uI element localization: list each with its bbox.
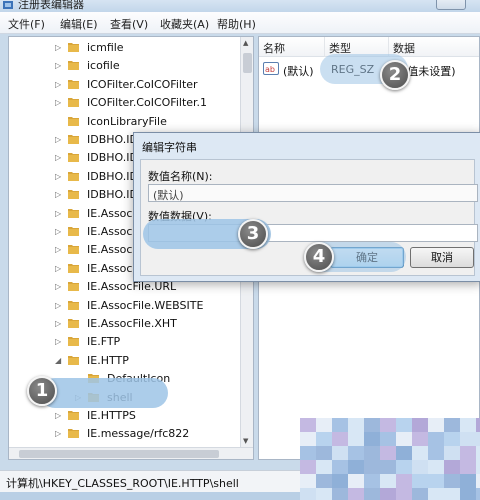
folder-icon: [68, 171, 79, 181]
folder-icon: [68, 208, 79, 218]
tree-item-label: IDBHO.ID: [87, 188, 138, 202]
folder-icon: [68, 116, 79, 126]
expand-arrow-icon[interactable]: ▷: [55, 135, 61, 144]
step-2-badge: 2: [380, 60, 410, 90]
tree-item-label: IE.HTTPS: [87, 409, 136, 422]
folder-icon: [68, 429, 79, 439]
expand-arrow-icon[interactable]: ▷: [55, 172, 61, 181]
folder-icon: [68, 135, 79, 144]
tree-item[interactable]: ▷ ICOFilter.CoICOFilter: [9, 76, 241, 94]
tree-item-label: ICOFilter.CoICOFilter.1: [87, 96, 208, 110]
menu-help[interactable]: 帮助(H): [217, 16, 256, 32]
scroll-down-icon[interactable]: ▼: [243, 437, 248, 445]
tree-item[interactable]: ▷ IE.message/rfc822: [9, 425, 241, 443]
hscroll-thumb[interactable]: [19, 450, 219, 458]
expand-arrow-icon[interactable]: ▷: [55, 411, 61, 420]
folder-icon: [68, 79, 79, 89]
scroll-up-icon[interactable]: ▲: [243, 39, 248, 47]
tree-item-label: IE.HTTP: [87, 353, 129, 367]
tree-item[interactable]: ◢ IE.HTTP: [9, 352, 241, 370]
menu-file[interactable]: 文件(F): [8, 16, 45, 32]
tree-item-label: IE.FTP: [87, 335, 121, 349]
step-1-highlight: [40, 378, 168, 408]
tree-item-label: IE.AssocFile.WEBSITE: [87, 298, 204, 312]
expand-arrow-icon[interactable]: ▷: [55, 337, 61, 346]
expand-arrow-icon[interactable]: ▷: [55, 80, 61, 89]
cancel-button[interactable]: 取消: [410, 247, 474, 268]
tree-item[interactable]: ▷ IE.HTTPS: [9, 407, 241, 425]
expand-arrow-icon[interactable]: ▷: [55, 282, 61, 291]
minimize-button[interactable]: [436, 0, 466, 10]
tree-item-label: IconLibraryFile: [87, 114, 167, 128]
menu-bar: 文件(F) 编辑(E) 查看(V) 收藏夹(A) 帮助(H): [0, 12, 480, 34]
column-name-header[interactable]: 名称: [259, 37, 325, 57]
folder-icon: [68, 411, 79, 420]
folder-icon: [68, 227, 79, 236]
expand-arrow-icon[interactable]: ▷: [55, 98, 61, 107]
expand-arrow-icon[interactable]: ▷: [55, 43, 61, 52]
expand-arrow-icon[interactable]: ▷: [55, 429, 61, 438]
expand-arrow-icon[interactable]: ▷: [55, 301, 61, 310]
dialog-title: 编辑字符串: [142, 141, 197, 154]
window-title: 注册表编辑器: [18, 0, 84, 11]
expand-arrow-icon[interactable]: ▷: [55, 227, 61, 236]
folder-icon: [68, 153, 79, 163]
expand-arrow-icon[interactable]: ▷: [55, 264, 61, 273]
step-4-badge: 4: [304, 242, 334, 272]
menu-view[interactable]: 查看(V): [110, 16, 148, 32]
tree-item[interactable]: ▷ icofile: [9, 57, 241, 75]
folder-icon: [68, 98, 79, 108]
column-data-header[interactable]: 数据: [389, 37, 479, 57]
tree-item-label: IE.AssocFile.XHT: [87, 317, 177, 330]
string-value-icon: ab: [263, 62, 279, 75]
svg-text:ab: ab: [265, 65, 275, 74]
registry-path: 计算机\HKEY_CLASSES_ROOT\IE.HTTP\shell: [6, 477, 239, 490]
expand-arrow-icon[interactable]: ▷: [55, 190, 61, 199]
value-name-field: (默认): [148, 184, 478, 202]
tree-item-label: IDBHO.ID: [87, 151, 138, 165]
tree-item-label: ICOFilter.CoICOFilter: [87, 77, 198, 91]
folder-icon: [68, 61, 79, 71]
step-3-badge: 3: [238, 219, 268, 249]
tree-item-label: IDBHO.ID: [87, 133, 138, 146]
folder-icon: [68, 300, 79, 310]
scroll-thumb[interactable]: [243, 53, 252, 73]
window-titlebar: 注册表编辑器: [0, 0, 480, 12]
folder-icon: [68, 337, 79, 347]
step-1-badge: 1: [27, 376, 57, 406]
tree-item[interactable]: ▷ IE.FTP: [9, 333, 241, 351]
value-name: (默认): [283, 65, 314, 78]
folder-icon: [68, 282, 79, 292]
folder-icon: [68, 43, 79, 52]
tree-item-label: IE.AssocFile.URL: [87, 280, 177, 294]
expand-arrow-icon[interactable]: ▷: [55, 245, 61, 254]
folder-icon: [68, 319, 79, 328]
regedit-app-icon: [3, 1, 13, 9]
tree-horizontal-scrollbar[interactable]: [9, 447, 253, 459]
expand-arrow-icon[interactable]: ▷: [55, 153, 61, 162]
tree-item[interactable]: ▷ icmfile: [9, 39, 241, 57]
folder-icon: [68, 190, 79, 200]
tree-item-label: IE.message/rfc822: [87, 427, 190, 441]
pixelated-watermark: [300, 418, 480, 500]
expand-arrow-icon[interactable]: ▷: [55, 61, 61, 70]
tree-item[interactable]: ▷ IE.AssocFile.WEBSITE: [9, 297, 241, 315]
folder-icon: [68, 263, 79, 273]
tree-item[interactable]: ▷ ICOFilter.CoICOFilter.1: [9, 94, 241, 112]
value-name-label: 数值名称(N):: [148, 170, 213, 183]
expand-arrow-icon[interactable]: ▷: [55, 319, 61, 328]
tree-item-label: icmfile: [87, 41, 124, 54]
tree-item-label: icofile: [87, 59, 120, 73]
menu-edit[interactable]: 编辑(E): [60, 16, 98, 32]
tree-item[interactable]: IconLibraryFile: [9, 113, 241, 131]
folder-icon: [68, 245, 79, 255]
expand-arrow-icon[interactable]: ▷: [55, 209, 61, 218]
folder-icon: [68, 355, 79, 365]
tree-item[interactable]: ▷ IE.AssocFile.XHT: [9, 315, 241, 333]
menu-favorites[interactable]: 收藏夹(A): [160, 16, 209, 32]
tree-item-label: IDBHO.ID: [87, 169, 138, 183]
collapse-arrow-icon[interactable]: ◢: [55, 356, 61, 365]
